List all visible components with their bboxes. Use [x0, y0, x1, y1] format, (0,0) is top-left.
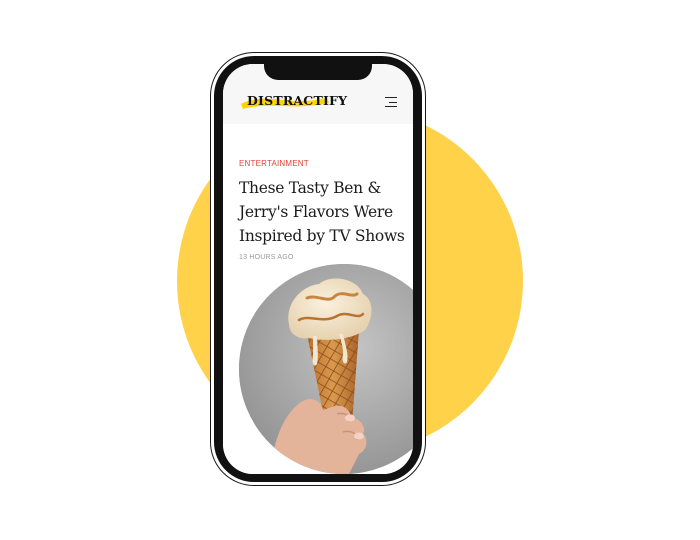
phone-screen: DISTRACTIFY ENTERTAINMENT These Tasty Be… [223, 64, 413, 474]
headline-line: Jerry's Flavors Were [239, 203, 393, 221]
headline-line: Inspired by TV Shows [239, 227, 405, 245]
headline-line: These Tasty Ben & [239, 179, 381, 197]
promo-stage: DISTRACTIFY ENTERTAINMENT These Tasty Be… [0, 0, 700, 540]
article-category[interactable]: ENTERTAINMENT [239, 159, 309, 168]
phone-notch [264, 60, 372, 80]
site-logo[interactable]: DISTRACTIFY [239, 92, 347, 110]
article-timestamp: 13 HOURS AGO [239, 254, 294, 261]
hamburger-menu-icon[interactable] [385, 97, 397, 108]
logo-text: DISTRACTIFY [247, 93, 348, 108]
article-headline[interactable]: These Tasty Ben & Jerry's Flavors Were I… [239, 176, 413, 248]
